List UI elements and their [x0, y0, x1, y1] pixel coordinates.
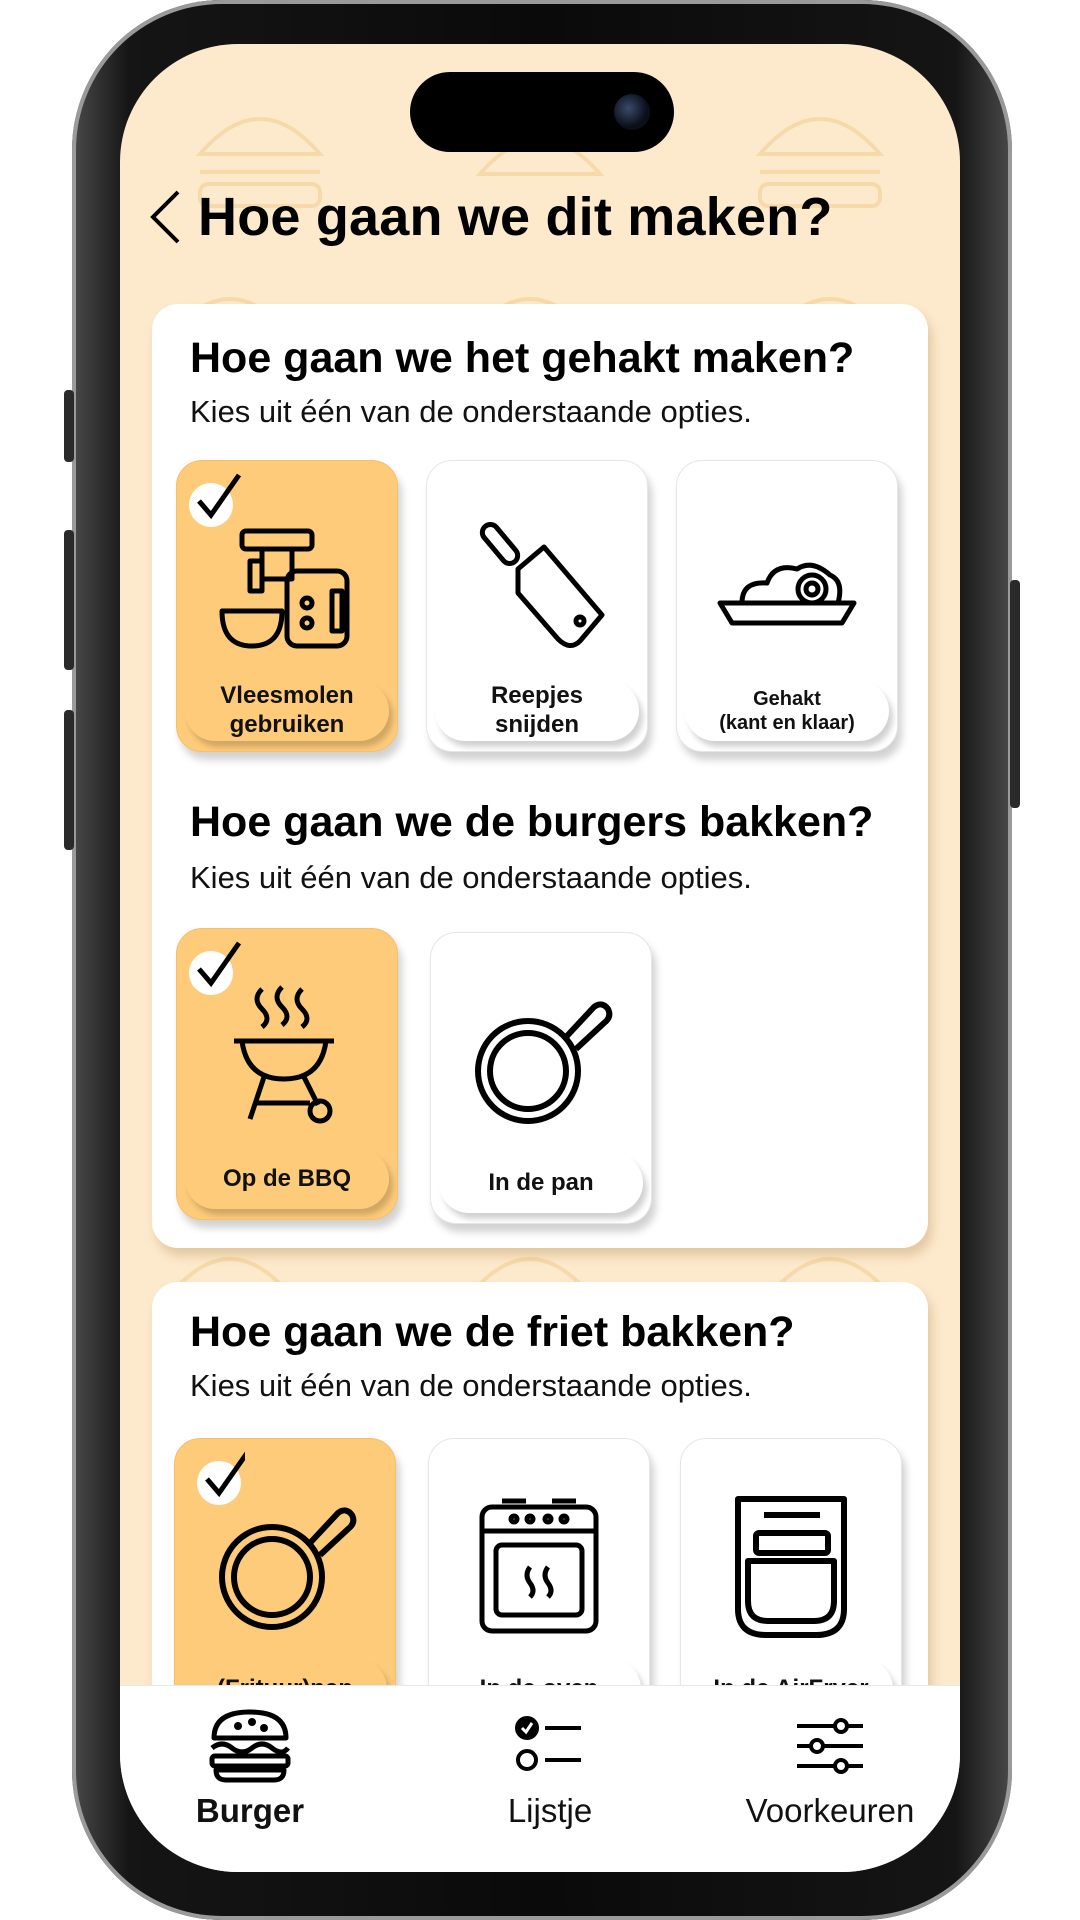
- section-subtitle-gehakt: Kies uit één van de onderstaande opties.: [190, 394, 752, 429]
- nav-tab-lijstje[interactable]: Lijstje: [440, 1706, 660, 1830]
- option-label: Reepjes snijden: [435, 681, 639, 741]
- header: Hoe gaan we dit maken?: [142, 172, 940, 262]
- option-in-de-pan[interactable]: In de pan: [430, 932, 652, 1224]
- bbq-grill-icon: [234, 985, 334, 1124]
- option-label: Gehakt (kant en klaar): [685, 681, 889, 741]
- checklist-icon: [515, 1716, 581, 1771]
- volume-up-button: [64, 530, 74, 670]
- airfryer-icon: [735, 1496, 847, 1638]
- nav-label-burger: Burger: [195, 1792, 305, 1829]
- nav-label-lijstje: Lijstje: [507, 1792, 593, 1829]
- section-title-friet: Hoe gaan we de friet bakken?: [190, 1308, 795, 1356]
- volume-down-button: [64, 710, 74, 850]
- section-subtitle-friet: Kies uit één van de onderstaande opties.: [190, 1368, 752, 1403]
- oven-icon: [479, 1498, 599, 1634]
- option-vleesmolen[interactable]: Vleesmolen gebruiken: [176, 460, 398, 752]
- chevron-left-icon: [150, 190, 180, 244]
- section-title-gehakt: Hoe gaan we het gehakt maken?: [190, 334, 855, 382]
- page-title: Hoe gaan we dit maken?: [198, 187, 833, 247]
- cooking-options-card: Hoe gaan we het gehakt maken? Kies uit é…: [152, 304, 928, 1248]
- meat-grinder-icon: [219, 528, 350, 649]
- section-subtitle-burgers: Kies uit één van de onderstaande opties.: [190, 860, 752, 895]
- frying-pan-icon: [219, 1507, 357, 1630]
- mince-tray-icon: [717, 562, 857, 626]
- power-button: [1010, 580, 1020, 808]
- action-button: [64, 390, 74, 462]
- option-bbq[interactable]: Op de BBQ: [176, 928, 398, 1220]
- option-reepjes[interactable]: Reepjes snijden: [426, 460, 648, 752]
- nav-tab-burger[interactable]: Burger: [140, 1706, 360, 1830]
- option-label: Op de BBQ: [185, 1149, 389, 1209]
- camera-icon: [614, 94, 650, 130]
- frying-pan-icon: [475, 1001, 613, 1124]
- burger-icon: [209, 1709, 291, 1783]
- option-gehakt-kant-en-klaar[interactable]: Gehakt (kant en klaar): [676, 460, 898, 752]
- sliders-icon: [797, 1718, 863, 1774]
- app-screen: Hoe gaan we dit maken? Hoe gaan we het g…: [120, 44, 960, 1872]
- dynamic-island: [410, 72, 674, 152]
- bottom-navigation: Burger Lijstje Voorkeuren: [120, 1685, 960, 1872]
- nav-tab-voorkeuren[interactable]: Voorkeuren: [720, 1706, 940, 1830]
- option-label: Vleesmolen gebruiken: [185, 681, 389, 741]
- section-title-burgers: Hoe gaan we de burgers bakken?: [190, 798, 874, 846]
- back-button[interactable]: [142, 182, 188, 252]
- cleaver-icon: [479, 522, 605, 648]
- nav-label-voorkeuren: Voorkeuren: [745, 1792, 915, 1829]
- option-label: In de pan: [439, 1153, 643, 1213]
